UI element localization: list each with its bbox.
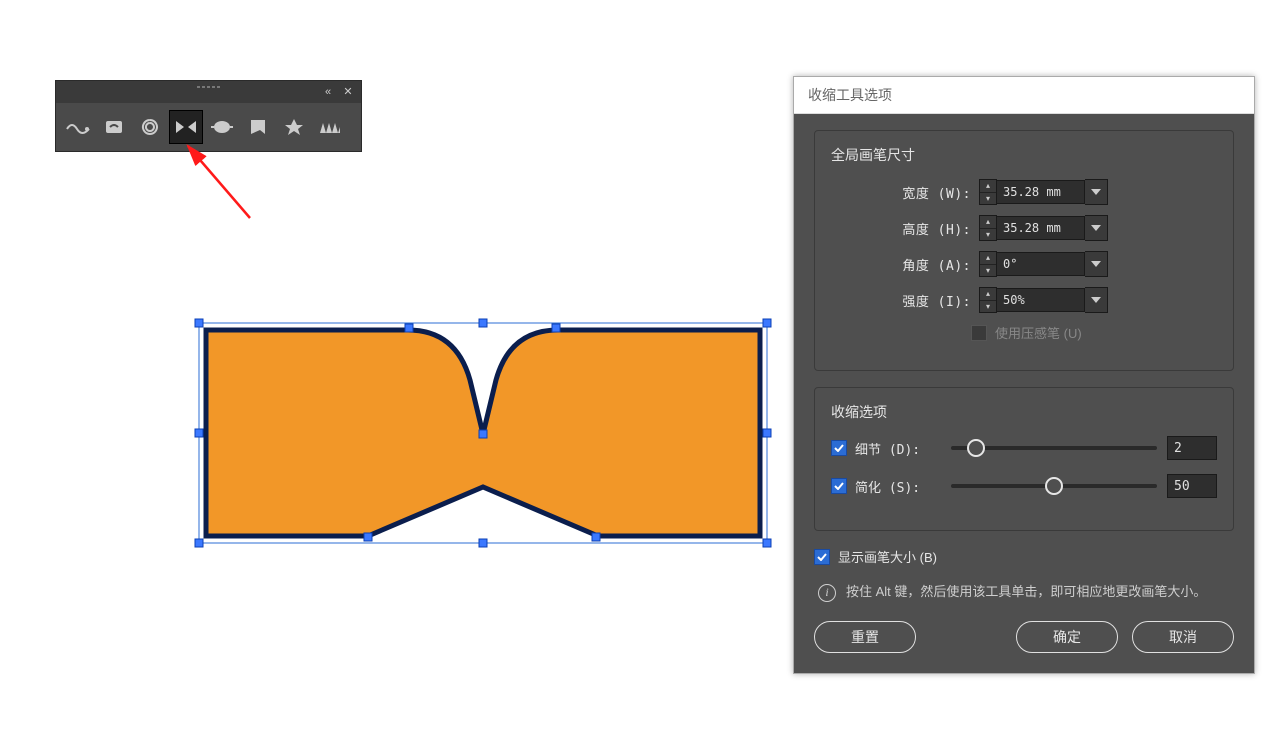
- detail-value[interactable]: [1167, 436, 1217, 460]
- height-dropdown[interactable]: [1085, 215, 1108, 241]
- height-input[interactable]: [997, 216, 1085, 240]
- detail-slider[interactable]: [951, 446, 1157, 450]
- close-icon[interactable]: ✕: [341, 85, 355, 99]
- crystallize-tool-icon[interactable]: [278, 111, 310, 143]
- angle-dropdown[interactable]: [1085, 251, 1108, 277]
- pressure-pen-checkbox: [971, 325, 987, 341]
- simplify-label: 简化 (S):: [855, 477, 920, 496]
- liquify-toolbar: « ✕: [55, 80, 362, 152]
- hint-row: i 按住 Alt 键，然后使用该工具单击，即可相应地更改画笔大小。: [818, 582, 1230, 603]
- twirl-tool-icon[interactable]: [98, 111, 130, 143]
- toolbar-header[interactable]: « ✕: [56, 81, 361, 103]
- info-icon: i: [818, 584, 836, 602]
- scallop-tool-icon[interactable]: [242, 111, 274, 143]
- intensity-input[interactable]: [997, 288, 1085, 312]
- intensity-label: 强度 (I):: [831, 291, 979, 310]
- intensity-dropdown[interactable]: [1085, 287, 1108, 313]
- angle-label: 角度 (A):: [831, 255, 979, 274]
- detail-slider-thumb[interactable]: [967, 439, 985, 457]
- intensity-stepper[interactable]: ▴▾: [979, 287, 997, 313]
- show-brush-size-checkbox[interactable]: [814, 549, 830, 565]
- ok-button[interactable]: 确定: [1016, 621, 1118, 653]
- simplify-checkbox[interactable]: [831, 478, 847, 494]
- angle-input[interactable]: [997, 252, 1085, 276]
- warp-tool-icon[interactable]: [62, 111, 94, 143]
- detail-checkbox[interactable]: [831, 440, 847, 456]
- pucker-options-title: 收缩选项: [831, 402, 1217, 422]
- angle-stepper[interactable]: ▴▾: [979, 251, 997, 277]
- reset-button[interactable]: 重置: [814, 621, 916, 653]
- selected-artwork[interactable]: [198, 322, 768, 544]
- show-brush-size-label: 显示画笔大小 (B): [838, 547, 937, 566]
- pucker-tool-icon[interactable]: [170, 111, 202, 143]
- height-stepper[interactable]: ▴▾: [979, 215, 997, 241]
- pucker-options-dialog: 收缩工具选项 全局画笔尺寸 宽度 (W): ▴▾ 高度 (H): ▴▾ 角: [793, 76, 1255, 674]
- simplify-slider-thumb[interactable]: [1045, 477, 1063, 495]
- pressure-pen-label: 使用压感笔 (U): [995, 323, 1082, 342]
- wrinkle-tool-icon[interactable]: [314, 111, 346, 143]
- annotation-arrow-icon: [150, 140, 270, 240]
- width-stepper[interactable]: ▴▾: [979, 179, 997, 205]
- spiral-tool-icon[interactable]: [134, 111, 166, 143]
- bloat-tool-icon[interactable]: [206, 111, 238, 143]
- brush-size-group-title: 全局画笔尺寸: [831, 145, 1217, 165]
- simplify-slider[interactable]: [951, 484, 1157, 488]
- collapse-icon[interactable]: «: [321, 85, 335, 99]
- pucker-options-group: 收缩选项 细节 (D): 简化 (S):: [814, 387, 1234, 531]
- cancel-button[interactable]: 取消: [1132, 621, 1234, 653]
- height-label: 高度 (H):: [831, 219, 979, 238]
- simplify-value[interactable]: [1167, 474, 1217, 498]
- toolbar-grip-icon: [189, 86, 229, 88]
- hint-text: 按住 Alt 键，然后使用该工具单击，即可相应地更改画笔大小。: [846, 582, 1206, 603]
- brush-size-group: 全局画笔尺寸 宽度 (W): ▴▾ 高度 (H): ▴▾ 角度 (A): ▴▾: [814, 130, 1234, 371]
- toolbar-body: [56, 103, 361, 151]
- width-dropdown[interactable]: [1085, 179, 1108, 205]
- dialog-title[interactable]: 收缩工具选项: [794, 77, 1254, 114]
- width-input[interactable]: [997, 180, 1085, 204]
- width-label: 宽度 (W):: [831, 183, 979, 202]
- detail-label: 细节 (D):: [855, 439, 920, 458]
